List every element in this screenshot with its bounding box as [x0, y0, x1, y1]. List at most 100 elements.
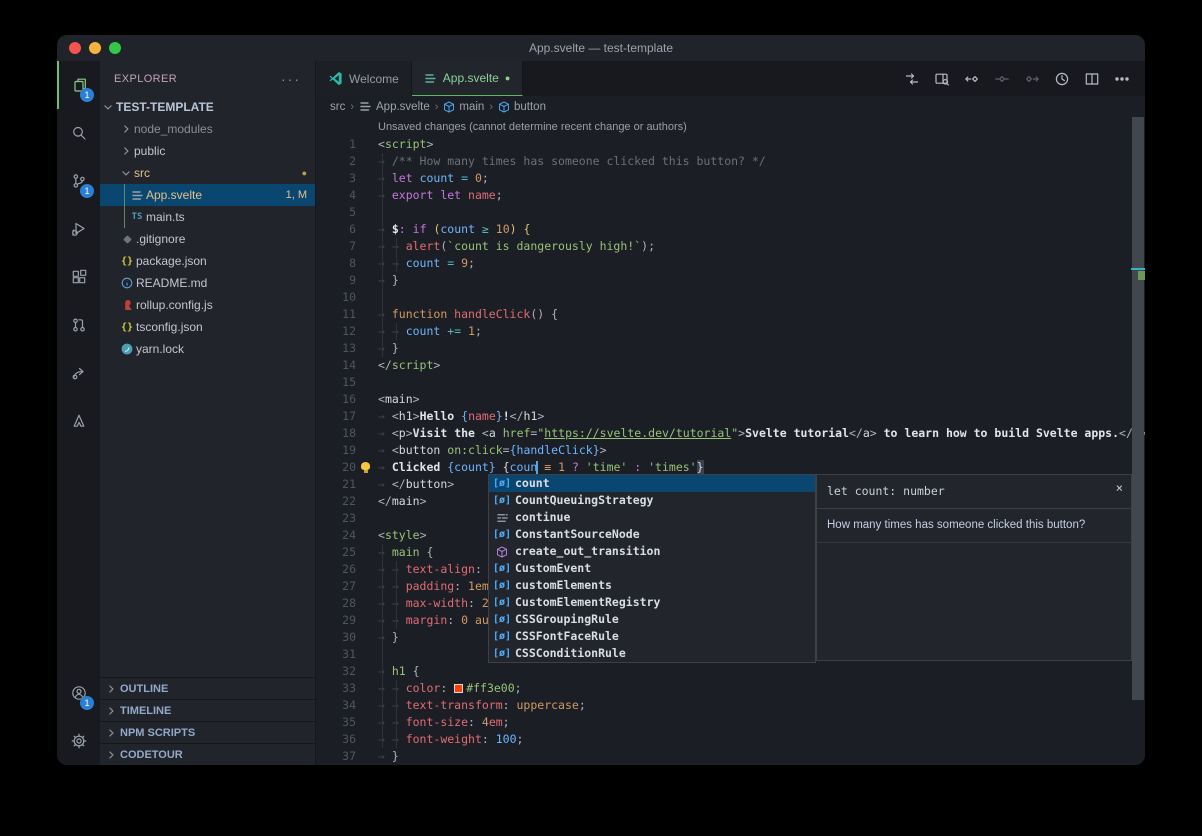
section-outline[interactable]: OUTLINE	[100, 677, 315, 699]
tab-app-svelte[interactable]: App.svelte●	[412, 61, 523, 96]
code-line-17[interactable]: 17→ <h1>Hello {name}!</h1>	[316, 408, 1145, 425]
code-line-32[interactable]: 32→ h1 {	[316, 663, 1145, 680]
open-preview-button[interactable]	[929, 66, 955, 92]
suggest-item-customelementregistry[interactable]: [ø]CustomElementRegistry	[489, 594, 815, 611]
lightbulb-icon[interactable]	[361, 462, 370, 470]
pull-request-icon	[71, 317, 87, 333]
tree-item-package-json[interactable]: {}package.json	[100, 250, 315, 272]
activity-account-button[interactable]: 1	[57, 669, 100, 717]
tree-item-node-modules[interactable]: node_modules	[100, 118, 315, 140]
section-codetour[interactable]: CODETOUR	[100, 743, 315, 765]
suggest-item-cssfontfacerule[interactable]: [ø]CSSFontFaceRule	[489, 628, 815, 645]
chevron-right-icon	[102, 749, 120, 761]
section-timeline[interactable]: TIMELINE	[100, 699, 315, 721]
tree-item-main-ts[interactable]: TSmain.ts	[100, 206, 315, 228]
code-line-35[interactable]: 35→ → font-size: 4em;	[316, 714, 1145, 731]
suggest-item-customelements[interactable]: [ø]customElements	[489, 577, 815, 594]
suggest-widget: [ø]count[ø]CountQueuingStrategycontinue[…	[488, 474, 816, 663]
breadcrumb-item-main[interactable]: main	[443, 101, 484, 113]
line-number: 7	[316, 238, 356, 255]
azure-icon	[71, 413, 87, 429]
timer-button[interactable]	[1049, 66, 1075, 92]
code-line-12[interactable]: 12→ → count += 1;	[316, 323, 1145, 340]
open-changes-button[interactable]	[899, 66, 925, 92]
code-line-33[interactable]: 33→ → color: #ff3e00;	[316, 680, 1145, 697]
line-number: 35	[316, 714, 356, 731]
code-line-9[interactable]: 9→ }	[316, 272, 1145, 289]
suggest-item-count[interactable]: [ø]count	[489, 475, 815, 492]
activity-live-share-button[interactable]	[57, 349, 100, 397]
tree-root-test-template[interactable]: TEST-TEMPLATE	[100, 96, 315, 118]
tree-item-src[interactable]: src●	[100, 162, 315, 184]
code-line-10[interactable]: 10	[316, 289, 1145, 306]
code-line-1[interactable]: 1<script>	[316, 136, 1145, 153]
title-bar[interactable]: App.svelte — test-template	[57, 35, 1145, 61]
code-line-16[interactable]: 16<main>	[316, 391, 1145, 408]
current-change-button[interactable]	[989, 66, 1015, 92]
activity-azure-button[interactable]	[57, 397, 100, 445]
suggest-item-create_out_transition[interactable]: create_out_transition	[489, 543, 815, 560]
tree-item-yarn-lock[interactable]: yarn.lock	[100, 338, 315, 360]
next-change-button[interactable]	[1019, 66, 1045, 92]
tree-item-app-svelte[interactable]: App.svelte1, M	[100, 184, 315, 206]
line-number: 6	[316, 221, 356, 238]
breadcrumb-item-button[interactable]: button	[498, 101, 546, 113]
suggest-docs-panel: let count: number How many times has som…	[816, 474, 1132, 661]
symbol-cube-icon	[498, 101, 510, 113]
code-line-18[interactable]: 18→ <p>Visit the <a href="https://svelte…	[316, 425, 1145, 442]
previous-change-button[interactable]	[959, 66, 985, 92]
code-line-34[interactable]: 34→ → text-transform: uppercase;	[316, 697, 1145, 714]
code-line-14[interactable]: 14</script>	[316, 357, 1145, 374]
line-number: 32	[316, 663, 356, 680]
more-actions-icon	[1114, 71, 1130, 87]
code-line-7[interactable]: 7→ → alert(`count is dangerously high!`)…	[316, 238, 1145, 255]
activity-files-button[interactable]: 1	[57, 61, 100, 109]
code-line-11[interactable]: 11→ function handleClick() {	[316, 306, 1145, 323]
tree-item-public[interactable]: public	[100, 140, 315, 162]
scrollbar-thumb[interactable]	[1132, 117, 1144, 700]
code-editor[interactable]: Unsaved changes (cannot determine recent…	[316, 117, 1145, 765]
tree-item--gitignore[interactable]: .gitignore	[100, 228, 315, 250]
tree-item-tsconfig-json[interactable]: {}tsconfig.json	[100, 316, 315, 338]
breadcrumb-separator: ›	[350, 101, 354, 113]
code-line-36[interactable]: 36→ → font-weight: 100;	[316, 731, 1145, 748]
suggest-item-continue[interactable]: continue	[489, 509, 815, 526]
activity-search-button[interactable]	[57, 109, 100, 157]
close-icon[interactable]: ×	[1116, 480, 1123, 497]
breadcrumb-item-src[interactable]: src	[330, 101, 345, 113]
suggest-item-constantsourcenode[interactable]: [ø]ConstantSourceNode	[489, 526, 815, 543]
section-npm-scripts[interactable]: NPM SCRIPTS	[100, 721, 315, 743]
split-editor-button[interactable]	[1079, 66, 1105, 92]
suggest-item-cssconditionrule[interactable]: [ø]CSSConditionRule	[489, 645, 815, 662]
code-line-37[interactable]: 37→ }	[316, 748, 1145, 765]
indent-guide	[396, 238, 397, 272]
activity-run-debug-button[interactable]	[57, 205, 100, 253]
code-line-15[interactable]: 15	[316, 374, 1145, 391]
code-line-3[interactable]: 3→ let count = 0;	[316, 170, 1145, 187]
code-line-19[interactable]: 19→ <button on:click={handleClick}>	[316, 442, 1145, 459]
editor-scrollbar[interactable]	[1131, 117, 1145, 765]
code-line-8[interactable]: 8→ → count = 9;	[316, 255, 1145, 272]
sidebar-more-actions[interactable]: ···	[281, 71, 301, 87]
tree-item-rollup-config-js[interactable]: rollup.config.js	[100, 294, 315, 316]
suggest-item-customevent[interactable]: [ø]CustomEvent	[489, 560, 815, 577]
blame-annotation: Unsaved changes (cannot determine recent…	[316, 119, 1145, 136]
explorer-sidebar: EXPLORER ··· TEST-TEMPLATEnode_modulespu…	[100, 61, 315, 765]
line-number: 34	[316, 697, 356, 714]
code-line-2[interactable]: 2→ /** How many times has someone clicke…	[316, 153, 1145, 170]
code-line-6[interactable]: 6→ $: if (count ≥ 10) {	[316, 221, 1145, 238]
activity-pull-request-button[interactable]	[57, 301, 100, 349]
code-line-4[interactable]: 4→ export let name;	[316, 187, 1145, 204]
suggest-item-cssgroupingrule[interactable]: [ø]CSSGroupingRule	[489, 611, 815, 628]
code-line-5[interactable]: 5	[316, 204, 1145, 221]
activity-settings-gear-button[interactable]	[57, 717, 100, 765]
activity-extensions-button[interactable]	[57, 253, 100, 301]
tree-item-readme-md[interactable]: README.md	[100, 272, 315, 294]
breadcrumb-item-app-svelte[interactable]: App.svelte	[359, 100, 430, 113]
activity-source-control-button[interactable]: 1	[57, 157, 100, 205]
suggest-item-countqueuingstrategy[interactable]: [ø]CountQueuingStrategy	[489, 492, 815, 509]
more-actions-button[interactable]	[1109, 66, 1135, 92]
tab-welcome[interactable]: Welcome	[316, 61, 412, 96]
indent-guide	[382, 153, 383, 357]
code-line-13[interactable]: 13→ }	[316, 340, 1145, 357]
